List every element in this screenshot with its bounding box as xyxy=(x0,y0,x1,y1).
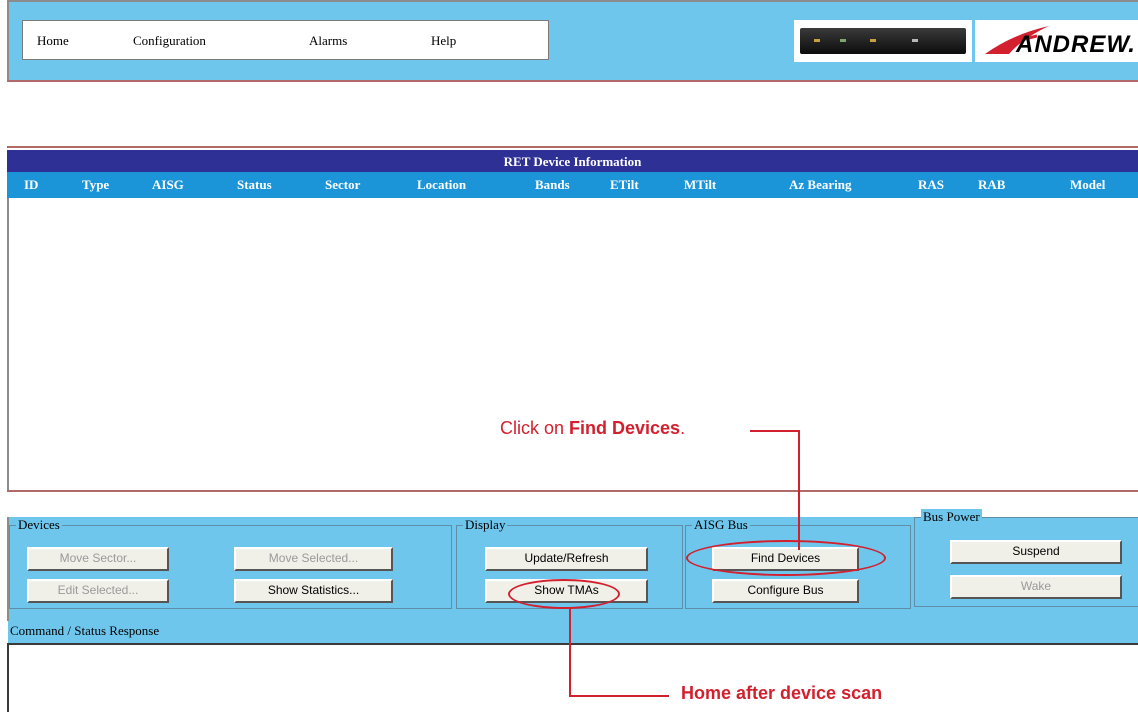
devices-group: Devices Move Sector... Move Selected... … xyxy=(9,517,452,609)
callout-line xyxy=(750,430,800,432)
devices-group-label: Devices xyxy=(16,517,62,533)
callout-line xyxy=(569,695,669,697)
annotation-text: Click on xyxy=(500,418,570,438)
column-header-bands[interactable]: Bands xyxy=(535,177,570,193)
move-sector-button[interactable]: Move Sector... xyxy=(27,547,169,571)
command-status-label: Command / Status Response xyxy=(8,621,1138,643)
andrew-logo: ANDREW. xyxy=(975,20,1138,62)
device-chassis-image xyxy=(794,20,972,62)
show-statistics-button[interactable]: Show Statistics... xyxy=(234,579,393,603)
column-header-aisg[interactable]: AISG xyxy=(152,177,184,193)
logo-text: ANDREW. xyxy=(1016,31,1136,58)
command-status-response-area[interactable] xyxy=(7,643,1138,712)
move-selected-button[interactable]: Move Selected... xyxy=(234,547,393,571)
menu-configuration[interactable]: Configuration xyxy=(133,33,206,49)
column-header-status[interactable]: Status xyxy=(237,177,272,193)
find-devices-button[interactable]: Find Devices xyxy=(712,547,859,571)
column-header-rab[interactable]: RAB xyxy=(978,177,1005,193)
status-led-icon xyxy=(912,39,918,42)
column-header-location[interactable]: Location xyxy=(417,177,466,193)
callout-line xyxy=(798,430,800,550)
status-led-icon xyxy=(814,39,820,42)
bus-power-group-label: Bus Power xyxy=(921,509,982,525)
menu-alarms[interactable]: Alarms xyxy=(309,33,347,49)
column-header-sector[interactable]: Sector xyxy=(325,177,360,193)
column-header-ras[interactable]: RAS xyxy=(918,177,944,193)
update-refresh-button[interactable]: Update/Refresh xyxy=(485,547,648,571)
top-navigation-bar: Home Configuration Alarms Help ANDREW. xyxy=(7,0,1138,80)
display-group-label: Display xyxy=(463,517,508,533)
column-header-id[interactable]: ID xyxy=(24,177,38,193)
divider xyxy=(7,146,1138,148)
annotation-home-after-scan: Home after device scan xyxy=(681,683,883,703)
column-header-mtilt[interactable]: MTilt xyxy=(684,177,716,193)
device-chassis-icon xyxy=(800,28,966,54)
callout-line xyxy=(569,607,571,697)
main-menu: Home Configuration Alarms Help xyxy=(22,20,549,60)
divider xyxy=(7,490,1138,492)
suspend-button[interactable]: Suspend xyxy=(950,540,1122,564)
ret-device-list[interactable] xyxy=(7,198,1138,490)
bus-power-group: Bus Power Suspend Wake xyxy=(914,509,1138,607)
display-group: Display Update/Refresh Show TMAs xyxy=(456,517,683,609)
menu-home[interactable]: Home xyxy=(37,33,69,49)
annotation-click-find-devices: Click on Find Devices. xyxy=(500,418,685,439)
column-header-etilt[interactable]: ETilt xyxy=(610,177,639,193)
wake-button[interactable]: Wake xyxy=(950,575,1122,599)
status-led-icon xyxy=(870,39,876,42)
ret-table-header: ID Type AISG Status Sector Location Band… xyxy=(7,172,1138,198)
status-led-icon xyxy=(840,39,846,42)
configure-bus-button[interactable]: Configure Bus xyxy=(712,579,859,603)
column-header-az-bearing[interactable]: Az Bearing xyxy=(789,177,851,193)
divider xyxy=(7,80,1138,82)
column-header-model[interactable]: Model xyxy=(1070,177,1105,193)
ret-device-information-title: RET Device Information xyxy=(7,150,1138,172)
show-tmas-button[interactable]: Show TMAs xyxy=(485,579,648,603)
control-panel: Devices Move Sector... Move Selected... … xyxy=(7,509,1138,621)
aisg-bus-group-label: AISG Bus xyxy=(692,517,750,533)
menu-help[interactable]: Help xyxy=(431,33,456,49)
annotation-text: . xyxy=(680,418,686,438)
column-header-type[interactable]: Type xyxy=(82,177,109,193)
annotation-bold-text: Find Devices xyxy=(569,418,681,438)
edit-selected-button[interactable]: Edit Selected... xyxy=(27,579,169,603)
